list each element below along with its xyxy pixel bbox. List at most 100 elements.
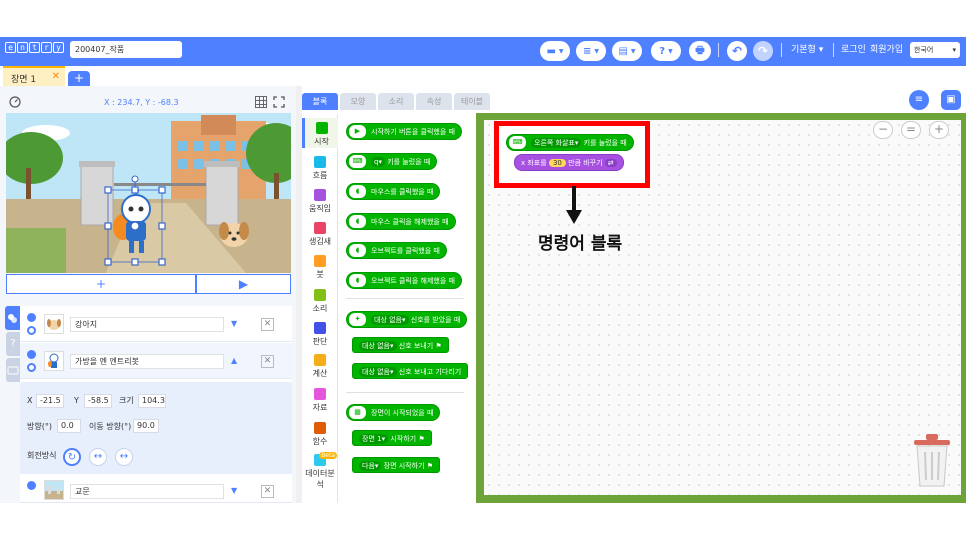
tab-sounds[interactable]: 소리: [378, 93, 414, 110]
logo-letter: r: [41, 42, 52, 53]
tab-scene-1[interactable]: 장면 1 ✕: [3, 66, 65, 86]
palette-block-object-release[interactable]: ◖ 오브젝트 클릭을 해제했을 때: [346, 272, 462, 289]
palette-block-signal-received[interactable]: ✦ 대상 없음▾ 신호를 받았을 때: [346, 311, 468, 328]
palette-block-key-pressed[interactable]: ⌨ q▾ 키를 눌렀을 때: [346, 153, 438, 170]
x-position-input[interactable]: -21.5: [36, 394, 64, 408]
add-scene-button[interactable]: +: [68, 71, 90, 86]
size-input[interactable]: 104.3: [138, 394, 166, 408]
rotate-free-button[interactable]: ↻: [63, 448, 81, 466]
visibility-eye-icon[interactable]: [27, 481, 36, 490]
redo-button[interactable]: ↷: [753, 41, 773, 61]
delete-object-button[interactable]: ✕: [261, 485, 274, 498]
run-button[interactable]: ▶: [196, 274, 291, 294]
category-icon: [314, 322, 326, 334]
object-name-field[interactable]: 강아지: [70, 317, 224, 332]
trash-can-icon[interactable]: [910, 430, 954, 488]
direction-input[interactable]: 0.0: [57, 419, 81, 433]
language-select[interactable]: 한국어 ▾: [910, 42, 960, 58]
category-10[interactable]: 데이터분석 Beta: [302, 450, 338, 489]
category-icon: [314, 422, 326, 434]
category-4[interactable]: 붓: [302, 251, 338, 281]
category-6[interactable]: 판단: [302, 318, 338, 348]
workspace-block-key-pressed[interactable]: ⌨ 오른쪽 화살표▾ 키를 눌렀을 때: [506, 134, 634, 151]
move-value-input[interactable]: 30: [548, 159, 566, 167]
object-list-tab[interactable]: [5, 306, 20, 330]
category-2[interactable]: 움직임: [302, 185, 338, 215]
workspace-block-change-x[interactable]: x 좌표를 30 만큼 바꾸기 ⇄: [514, 154, 624, 171]
tab-blocks[interactable]: 블록: [302, 93, 338, 110]
palette-block-scene-start[interactable]: ▦ 장면이 시작되었을 때: [346, 404, 441, 421]
y-position-input[interactable]: -58.5: [84, 394, 112, 408]
palette-block-next-scene[interactable]: 다음▾ 장면 시작하기 ⚑: [352, 457, 441, 473]
stage-canvas[interactable]: [6, 113, 291, 273]
category-5[interactable]: 소리: [302, 285, 338, 315]
move-direction-input[interactable]: 90.0: [133, 419, 159, 433]
chevron-up-icon[interactable]: ▲: [231, 356, 237, 365]
category-8[interactable]: 자료: [302, 384, 338, 414]
mode-select[interactable]: 기본형 ▾: [791, 44, 823, 56]
delete-object-button[interactable]: ✕: [261, 355, 274, 368]
delete-object-button[interactable]: ✕: [261, 318, 274, 331]
speed-icon[interactable]: [9, 96, 21, 108]
redo-icon: ↷: [757, 44, 769, 58]
object-row-entrybot[interactable]: 가방을 멘 엔트리봇 ▲ ✕: [20, 343, 292, 379]
category-label: 판단: [312, 337, 328, 346]
category-1[interactable]: 흐름: [302, 152, 338, 182]
help-tab[interactable]: ?: [6, 332, 20, 356]
chevron-down-icon[interactable]: ▼: [231, 319, 237, 328]
palette-block-send-signal[interactable]: 대상 없음▾ 신호 보내기 ⚑: [352, 337, 449, 353]
undo-button[interactable]: ↶: [727, 41, 747, 61]
rotate-none-button[interactable]: ↔: [115, 448, 133, 466]
notes-icon: ≡: [914, 94, 924, 105]
chevron-down-icon[interactable]: ▼: [231, 486, 237, 495]
category-label: 시작: [314, 137, 329, 146]
console-tab[interactable]: [6, 358, 20, 382]
object-name-field[interactable]: 교문: [70, 484, 224, 499]
keyboard-icon: [7, 366, 19, 375]
zoom-reset-button[interactable]: =: [901, 121, 921, 139]
close-icon[interactable]: ✕: [52, 71, 60, 82]
help-menu-button[interactable]: ? ▼: [651, 41, 681, 61]
palette-block-mouse-click[interactable]: ◖ 마우스를 클릭했을 때: [346, 183, 441, 200]
entry-logo[interactable]: entry: [5, 42, 64, 54]
zoom-out-button[interactable]: −: [873, 121, 893, 139]
category-7[interactable]: 계산: [302, 350, 338, 380]
print-button[interactable]: 🖶: [689, 41, 711, 61]
toolbar-divider: [833, 43, 834, 57]
category-0[interactable]: 시작: [302, 118, 338, 148]
rotate-horizontal-button[interactable]: ↔: [89, 448, 107, 466]
tab-shapes[interactable]: 모양: [340, 93, 376, 110]
visibility-eye-icon[interactable]: [27, 313, 36, 322]
tab-attributes[interactable]: 속성: [416, 93, 452, 110]
category-9[interactable]: 함수: [302, 418, 338, 448]
palette-block-start-scene[interactable]: 장면 1▾ 시작하기 ⚑: [352, 430, 432, 446]
visibility-eye-icon[interactable]: [27, 350, 36, 359]
help-icon: ?: [659, 45, 666, 57]
category-icon: [314, 189, 326, 201]
object-name-field[interactable]: 가방을 멘 엔트리봇: [70, 354, 224, 369]
add-object-button[interactable]: +: [6, 274, 196, 294]
signup-link[interactable]: 회원가입: [870, 44, 903, 56]
mode-toggle-button[interactable]: ▬ ▼: [540, 41, 570, 61]
zoom-in-button[interactable]: +: [929, 121, 949, 139]
lock-icon[interactable]: [27, 326, 36, 335]
lock-icon[interactable]: [27, 363, 36, 372]
notes-button[interactable]: ≡: [909, 90, 929, 110]
save-menu-button[interactable]: ▤ ▼: [612, 41, 642, 61]
login-link[interactable]: 로그인: [841, 44, 866, 56]
palette-block-object-click[interactable]: ◖ 오브젝트를 클릭했을 때: [346, 242, 447, 259]
palette-block-send-signal-wait[interactable]: 대상 없음▾ 신호 보내고 기다리기: [352, 363, 469, 379]
object-row-gate[interactable]: 교문 ▼ ✕: [20, 474, 292, 503]
project-name-input[interactable]: 200407_작품: [70, 41, 182, 58]
grid-icon[interactable]: [255, 96, 267, 108]
backpack-button[interactable]: ▣: [941, 90, 961, 110]
file-icon: ≡: [582, 45, 592, 57]
fullscreen-icon[interactable]: [273, 96, 285, 108]
keyboard-icon: ⌨: [509, 136, 526, 149]
object-row-dog[interactable]: 강아지 ▼ ✕: [20, 306, 292, 342]
tab-table[interactable]: 테이블: [454, 93, 490, 110]
palette-block-mouse-release[interactable]: ◖ 마우스 클릭을 해제했을 때: [346, 213, 456, 230]
palette-block-start-button[interactable]: ▶ 시작하기 버튼을 클릭했을 때: [346, 123, 462, 140]
category-3[interactable]: 생김새: [302, 218, 338, 248]
file-menu-button[interactable]: ≡ ▼: [576, 41, 606, 61]
